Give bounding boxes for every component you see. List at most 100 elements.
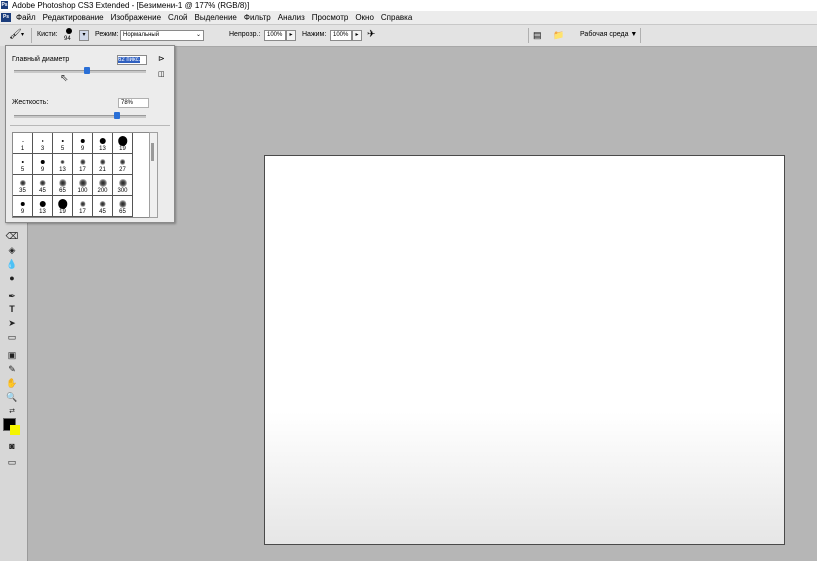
eyedropper-tool-icon[interactable]: ✎ [4,363,20,375]
brush-preset-cell[interactable]: 45 [93,196,113,217]
brush-preset-cell[interactable]: 35 [13,175,33,196]
brush-preset-cell[interactable]: 9 [13,196,33,217]
brush-preset-cell[interactable]: 17 [73,196,93,217]
brush-preset-cell[interactable]: 200 [93,175,113,196]
brush-preset-cell[interactable]: 19 [113,133,133,154]
blur-tool-icon[interactable]: 💧 [4,258,20,270]
menu-view[interactable]: Просмотр [312,11,349,24]
menu-analysis[interactable]: Анализ [278,11,305,24]
opacity-slider-arrow-icon[interactable]: ▸ [286,30,296,41]
opacity-field[interactable]: 100% [264,30,286,41]
opacity-label: Непрозр.: [229,31,261,38]
pen-tool-icon[interactable]: ✒ [4,290,20,302]
brush-preset-cell[interactable]: 1 [13,133,33,154]
save-preset-icon[interactable]: ◫ [158,70,165,78]
diameter-slider-track[interactable] [14,70,146,73]
brush-preset-size: 9 [80,146,85,152]
brush-tip-icon [60,159,65,165]
brush-preset-cell[interactable]: 5 [13,154,33,175]
brush-tip-icon [22,140,23,142]
brush-tool-preset-icon[interactable]: 🖌 [9,29,22,41]
workspace-icon[interactable]: 📁 [553,29,564,41]
brush-tip-icon [98,179,107,187]
notes-tool-icon[interactable]: ▣ [4,349,20,361]
master-diameter-field[interactable]: 62 пикс. [117,55,147,65]
screen-mode-icon[interactable]: ▭ [4,456,20,468]
hand-tool-icon[interactable]: ✋ [4,377,20,389]
menu-edit[interactable]: Редактирование [43,11,104,24]
panel-divider [10,125,170,126]
brush-preset-cell[interactable]: 21 [93,154,113,175]
brush-preset-cell[interactable]: 17 [73,154,93,175]
menu-layer[interactable]: Слой [168,11,187,24]
swap-colors-icon[interactable]: ⇄ [4,406,20,418]
flow-slider-arrow-icon[interactable]: ▸ [352,30,362,41]
menu-help[interactable]: Справка [381,11,412,24]
hardness-field[interactable]: 78% [118,98,149,108]
diameter-slider-thumb[interactable] [83,67,90,74]
brush-preset-cell[interactable]: 27 [113,154,133,175]
brush-tip-icon [41,140,44,142]
type-tool-icon[interactable]: T [4,303,20,315]
brush-preset-cell[interactable]: 300 [113,175,133,196]
brush-tip-icon [39,179,46,187]
brush-tip-icon [19,179,26,187]
presets-scrollbar[interactable] [149,132,158,218]
brush-picker-dropdown-icon[interactable]: ▾ [79,30,89,41]
ps-menu-logo-icon[interactable]: Ps [1,13,11,22]
palette-well-icon[interactable]: ▤ [533,29,542,41]
brush-preset-size: 45 [39,188,46,194]
hardness-slider-thumb[interactable] [113,112,120,119]
menu-filter[interactable]: Фильтр [244,11,271,24]
quick-mask-icon[interactable]: ◙ [4,440,20,452]
brush-preset-cell[interactable]: 9 [33,154,53,175]
brush-preset-size: 100 [77,188,88,194]
brush-preset-cell[interactable]: 100 [73,175,93,196]
hardness-slider-track[interactable] [14,115,146,118]
brush-preset-cell[interactable]: 65 [113,196,133,217]
brush-preset-cell[interactable]: 13 [93,133,113,154]
flow-field[interactable]: 100% [330,30,352,41]
path-selection-tool-icon[interactable]: ➤ [4,317,20,329]
tool-preset-dropdown-icon[interactable]: ▾ [21,29,24,41]
menu-image[interactable]: Изображение [111,11,161,24]
workspace-menu[interactable]: Рабочая среда ▼ [580,29,637,41]
brushes-label: Кисти: [37,31,58,38]
zoom-tool-icon[interactable]: 🔍 [4,391,20,403]
mode-select[interactable]: Нормальный ⌄ [120,30,204,41]
menu-window[interactable]: Окно [355,11,374,24]
brush-preset-size: 13 [99,146,106,152]
brush-preset-cell[interactable]: 13 [53,154,73,175]
brush-preset-size: 19 [59,209,66,215]
paint-bucket-tool-icon[interactable]: ◈ [4,244,20,256]
brush-preset-cell[interactable]: 9 [73,133,93,154]
panel-menu-arrow-icon[interactable]: ⊳ [158,54,165,63]
brush-preset-size: 27 [119,167,126,173]
airbrush-icon[interactable]: ✈ [367,29,375,41]
brush-preset-size: 19 [119,146,126,152]
brush-preset-size: 13 [59,167,66,173]
hardness-label: Жесткость: [12,99,49,106]
flow-label: Нажим: [302,31,327,38]
brush-preset-size: 1 [20,146,25,152]
eraser-tool-icon[interactable]: ⌫ [4,230,20,242]
brush-preview-icon[interactable] [66,28,72,34]
brush-preset-cell[interactable]: 65 [53,175,73,196]
dodge-tool-icon[interactable]: ● [4,272,20,284]
brush-preset-cell[interactable]: 19 [53,196,73,217]
brush-tip-icon [118,200,127,208]
menu-bar: Ps Файл Редактирование Изображение Слой … [0,11,817,25]
background-color-swatch[interactable] [10,425,20,435]
menu-select[interactable]: Выделение [194,11,236,24]
brush-preset-size: 200 [97,188,108,194]
brush-preset-cell[interactable]: 3 [33,133,53,154]
brush-tip-icon [78,179,87,187]
brush-tip-icon [99,137,106,145]
document-canvas[interactable] [264,155,785,545]
brush-tip-icon [80,138,85,144]
menu-file[interactable]: Файл [16,11,36,24]
brush-preset-cell[interactable]: 45 [33,175,53,196]
rectangle-tool-icon[interactable]: ▭ [4,331,20,343]
brush-preset-cell[interactable]: 5 [53,133,73,154]
brush-preset-cell[interactable]: 13 [33,196,53,217]
